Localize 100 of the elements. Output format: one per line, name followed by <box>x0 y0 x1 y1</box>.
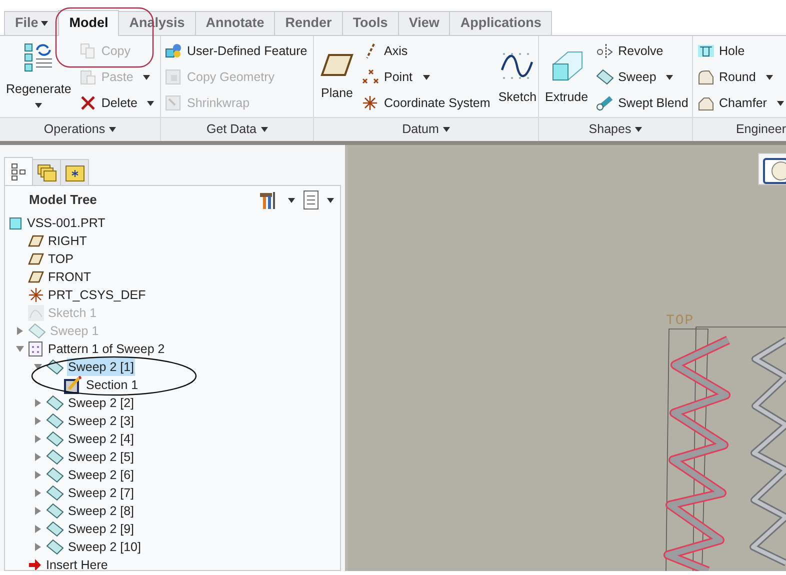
sweep-icon <box>46 359 64 375</box>
tree-item[interactable]: PRT_CSYS_DEF <box>47 286 147 304</box>
expand-toggle[interactable] <box>34 417 42 425</box>
tree-item[interactable]: FRONT <box>47 268 92 286</box>
feature-icon <box>165 43 183 59</box>
ribbon-tab[interactable]: View <box>398 11 450 35</box>
collapse-toggle[interactable] <box>16 345 24 353</box>
copy-geometry-icon <box>165 69 183 85</box>
revolve-icon <box>596 43 614 59</box>
tree-item[interactable]: Sweep 2 [5] <box>67 448 136 466</box>
sweep-icon <box>46 521 64 537</box>
panel-title: Model Tree <box>29 191 97 210</box>
tree-item[interactable]: Sweep 2 [1] <box>67 358 136 376</box>
expand-toggle[interactable] <box>34 525 42 533</box>
sweep-icon <box>46 431 64 447</box>
tree-item[interactable]: RIGHT <box>47 232 88 250</box>
expand-toggle[interactable] <box>34 453 42 461</box>
sweep-icon <box>596 69 614 85</box>
expand-toggle[interactable] <box>34 399 42 407</box>
tree-item[interactable]: Sweep 2 [8] <box>67 502 136 520</box>
sweep-icon <box>46 539 64 555</box>
list-icon[interactable] <box>303 190 319 210</box>
ribbon-button[interactable]: Chamfer <box>697 93 784 113</box>
plane-icon <box>28 234 44 248</box>
ribbon-button[interactable]: Plane <box>318 40 356 117</box>
ribbon-button[interactable]: Sweep <box>596 67 688 87</box>
tree-item[interactable]: VSS-001.PRT <box>26 214 106 232</box>
group-label[interactable]: Shapes <box>539 117 692 141</box>
point-icon <box>362 69 380 85</box>
caret-icon[interactable] <box>288 198 295 202</box>
ribbon-button[interactable]: Sketch <box>496 40 539 117</box>
ribbon-button[interactable]: Regenerate <box>4 40 74 117</box>
tree-item[interactable]: Sweep 2 [2] <box>67 394 136 412</box>
plane-icon <box>28 252 44 266</box>
paste-icon <box>79 69 98 85</box>
section-icon <box>64 376 82 394</box>
datum-label: TOP <box>666 312 694 331</box>
delete-icon <box>79 95 98 111</box>
ribbon-button[interactable]: Hole <box>697 41 784 61</box>
folders-icon <box>36 164 56 182</box>
round-icon <box>697 69 715 85</box>
group-label: Engineer <box>693 117 786 141</box>
tree-item[interactable]: Sweep 2 [7] <box>67 484 136 502</box>
ribbon-button[interactable]: Revolve <box>596 41 688 61</box>
ribbon-button[interactable]: Delete <box>79 93 154 113</box>
ribbon-tab[interactable]: Model <box>58 10 120 36</box>
group-label[interactable]: Datum <box>314 117 538 141</box>
caret-icon[interactable] <box>41 21 48 26</box>
group-label[interactable]: Get Data <box>161 117 313 141</box>
part-icon <box>9 216 23 230</box>
sweep-icon <box>46 395 64 411</box>
tree-item[interactable]: Section 1 <box>85 376 140 394</box>
group-label[interactable]: Operations <box>0 117 160 141</box>
expand-toggle[interactable] <box>34 543 42 551</box>
hole-icon <box>697 43 715 59</box>
sweep-icon <box>46 467 64 483</box>
ribbon-button[interactable]: User-Defined Feature <box>165 41 308 61</box>
tree-item[interactable]: TOP <box>47 250 74 268</box>
copy-icon <box>79 43 98 59</box>
coordinate-system-icon <box>28 287 44 303</box>
ribbon-tab[interactable]: Applications <box>449 11 552 35</box>
navigator-tab[interactable] <box>32 159 61 185</box>
chamfer-icon <box>697 95 715 111</box>
sketch-icon <box>28 305 44 321</box>
ribbon-button[interactable]: Extrude <box>543 40 590 117</box>
expand-toggle[interactable] <box>34 471 42 479</box>
ribbon-tab[interactable]: Render <box>274 11 343 35</box>
navigator-tab[interactable] <box>4 157 33 185</box>
tree-item[interactable]: Sweep 2 [10] <box>67 538 142 556</box>
shrinkwrap-icon <box>165 95 183 111</box>
tree-item[interactable]: Pattern 1 of Sweep 2 <box>47 340 166 358</box>
expand-toggle[interactable] <box>34 435 42 443</box>
ribbon-button[interactable]: Round <box>697 67 784 87</box>
view-button[interactable] <box>758 153 786 185</box>
collapse-toggle[interactable] <box>34 363 42 371</box>
tree-item[interactable]: Sweep 2 [4] <box>67 430 136 448</box>
ribbon-tab[interactable]: Tools <box>342 11 399 35</box>
pattern-icon <box>28 341 44 357</box>
swept-blend-icon <box>596 95 614 111</box>
sweep-icon <box>46 413 64 429</box>
tree-icon <box>10 162 26 180</box>
sweep-icon <box>46 503 64 519</box>
tree-item[interactable]: Sweep 2 [6] <box>67 466 136 484</box>
navigator-tab[interactable] <box>60 159 89 185</box>
plane-icon <box>28 270 44 284</box>
tree-item[interactable]: Sweep 2 [3] <box>67 412 136 430</box>
sweep-icon <box>46 449 64 465</box>
ribbon-tab[interactable]: File <box>4 11 60 35</box>
ribbon-tab[interactable]: Annotate <box>194 11 276 35</box>
tree-item[interactable]: Insert Here <box>45 556 109 570</box>
ribbon-button[interactable]: Swept Blend <box>596 93 688 113</box>
expand-toggle[interactable] <box>34 507 42 515</box>
expand-toggle[interactable] <box>34 489 42 497</box>
ribbon-button[interactable]: Axis <box>362 41 490 61</box>
ribbon-button[interactable]: Point <box>362 67 490 87</box>
tree-item[interactable]: Sweep 2 [9] <box>67 520 136 538</box>
sweep-icon <box>28 323 46 339</box>
ribbon-button[interactable]: Coordinate System <box>362 93 490 113</box>
caret-icon[interactable] <box>327 198 334 202</box>
sweep-icon <box>46 485 64 501</box>
